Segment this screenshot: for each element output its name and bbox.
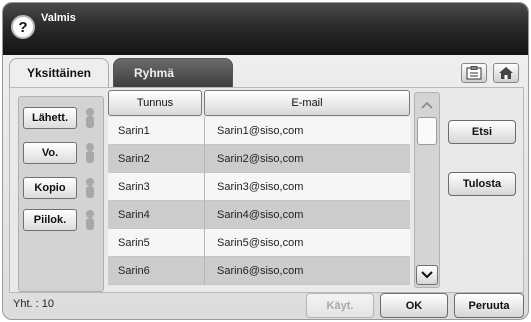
apply-button[interactable]: Käyt. <box>306 293 374 318</box>
home-icon[interactable] <box>493 63 519 83</box>
status-bar: ? Valmis <box>3 3 528 55</box>
cell-email: Sarin3@siso,com <box>204 173 410 201</box>
ok-button[interactable]: OK <box>380 293 448 318</box>
chevron-up-icon[interactable] <box>416 95 438 115</box>
cell-id: Sarin4 <box>118 209 150 221</box>
help-icon[interactable]: ? <box>11 15 35 39</box>
status-title: Valmis <box>41 12 76 24</box>
cell-email: Sarin4@siso,com <box>204 201 410 229</box>
table-row[interactable]: Sarin4 Sarin4@siso,com <box>108 201 410 229</box>
print-button[interactable]: Tulosta <box>448 172 516 196</box>
tab-individual[interactable]: Yksittäinen <box>9 58 109 87</box>
total-count: Yht. : 10 <box>13 298 54 310</box>
address-book-screen: ? Valmis Yksittäinen Ryhmä Lähett. Vo. K… <box>2 2 529 320</box>
column-header-id[interactable]: Tunnus <box>108 90 202 116</box>
cell-email: Sarin5@siso,com <box>204 229 410 257</box>
table-row[interactable]: Sarin5 Sarin5@siso,com <box>108 229 410 257</box>
cell-id: Sarin3 <box>118 181 150 193</box>
cell-id: Sarin5 <box>118 237 150 249</box>
cell-email: Sarin6@siso,com <box>204 257 410 285</box>
filter-bcc-button[interactable]: Piilok. <box>23 209 77 231</box>
cell-id: Sarin2 <box>118 153 150 165</box>
table-row[interactable]: Sarin6 Sarin6@siso,com <box>108 257 410 285</box>
cell-id: Sarin1 <box>118 125 150 137</box>
person-icon <box>86 210 94 230</box>
search-button[interactable]: Etsi <box>448 120 516 144</box>
cell-id: Sarin6 <box>118 265 150 277</box>
address-table: Tunnus E-mail Sarin1 Sarin1@siso,com Sar… <box>108 90 410 292</box>
content-panel: Lähett. Vo. Kopio Piilok. Tunnus E-mail <box>9 87 524 293</box>
table-row[interactable]: Sarin3 Sarin3@siso,com <box>108 173 410 201</box>
chevron-down-icon[interactable] <box>416 265 438 285</box>
address-book-icon[interactable] <box>461 63 487 83</box>
table-header: Tunnus E-mail <box>108 90 410 116</box>
table-scrollbar[interactable] <box>414 92 440 288</box>
scroll-thumb[interactable] <box>417 117 437 145</box>
person-icon <box>86 143 94 163</box>
cell-email: Sarin2@siso,com <box>204 145 410 173</box>
cell-email: Sarin1@siso,com <box>204 117 410 145</box>
tab-group[interactable]: Ryhmä <box>113 58 233 87</box>
filter-to-button[interactable]: Vo. <box>23 142 77 164</box>
column-header-email[interactable]: E-mail <box>204 90 410 116</box>
table-row[interactable]: Sarin1 Sarin1@siso,com <box>108 117 410 145</box>
filter-send-button[interactable]: Lähett. <box>23 107 77 129</box>
cancel-button[interactable]: Peruuta <box>454 293 524 318</box>
table-row[interactable]: Sarin2 Sarin2@siso,com <box>108 145 410 173</box>
person-icon <box>86 108 94 128</box>
tab-bar: Yksittäinen Ryhmä <box>3 55 528 87</box>
person-icon <box>86 178 94 198</box>
recipient-filters: Lähett. Vo. Kopio Piilok. <box>18 96 104 292</box>
filter-copy-button[interactable]: Kopio <box>23 177 77 199</box>
